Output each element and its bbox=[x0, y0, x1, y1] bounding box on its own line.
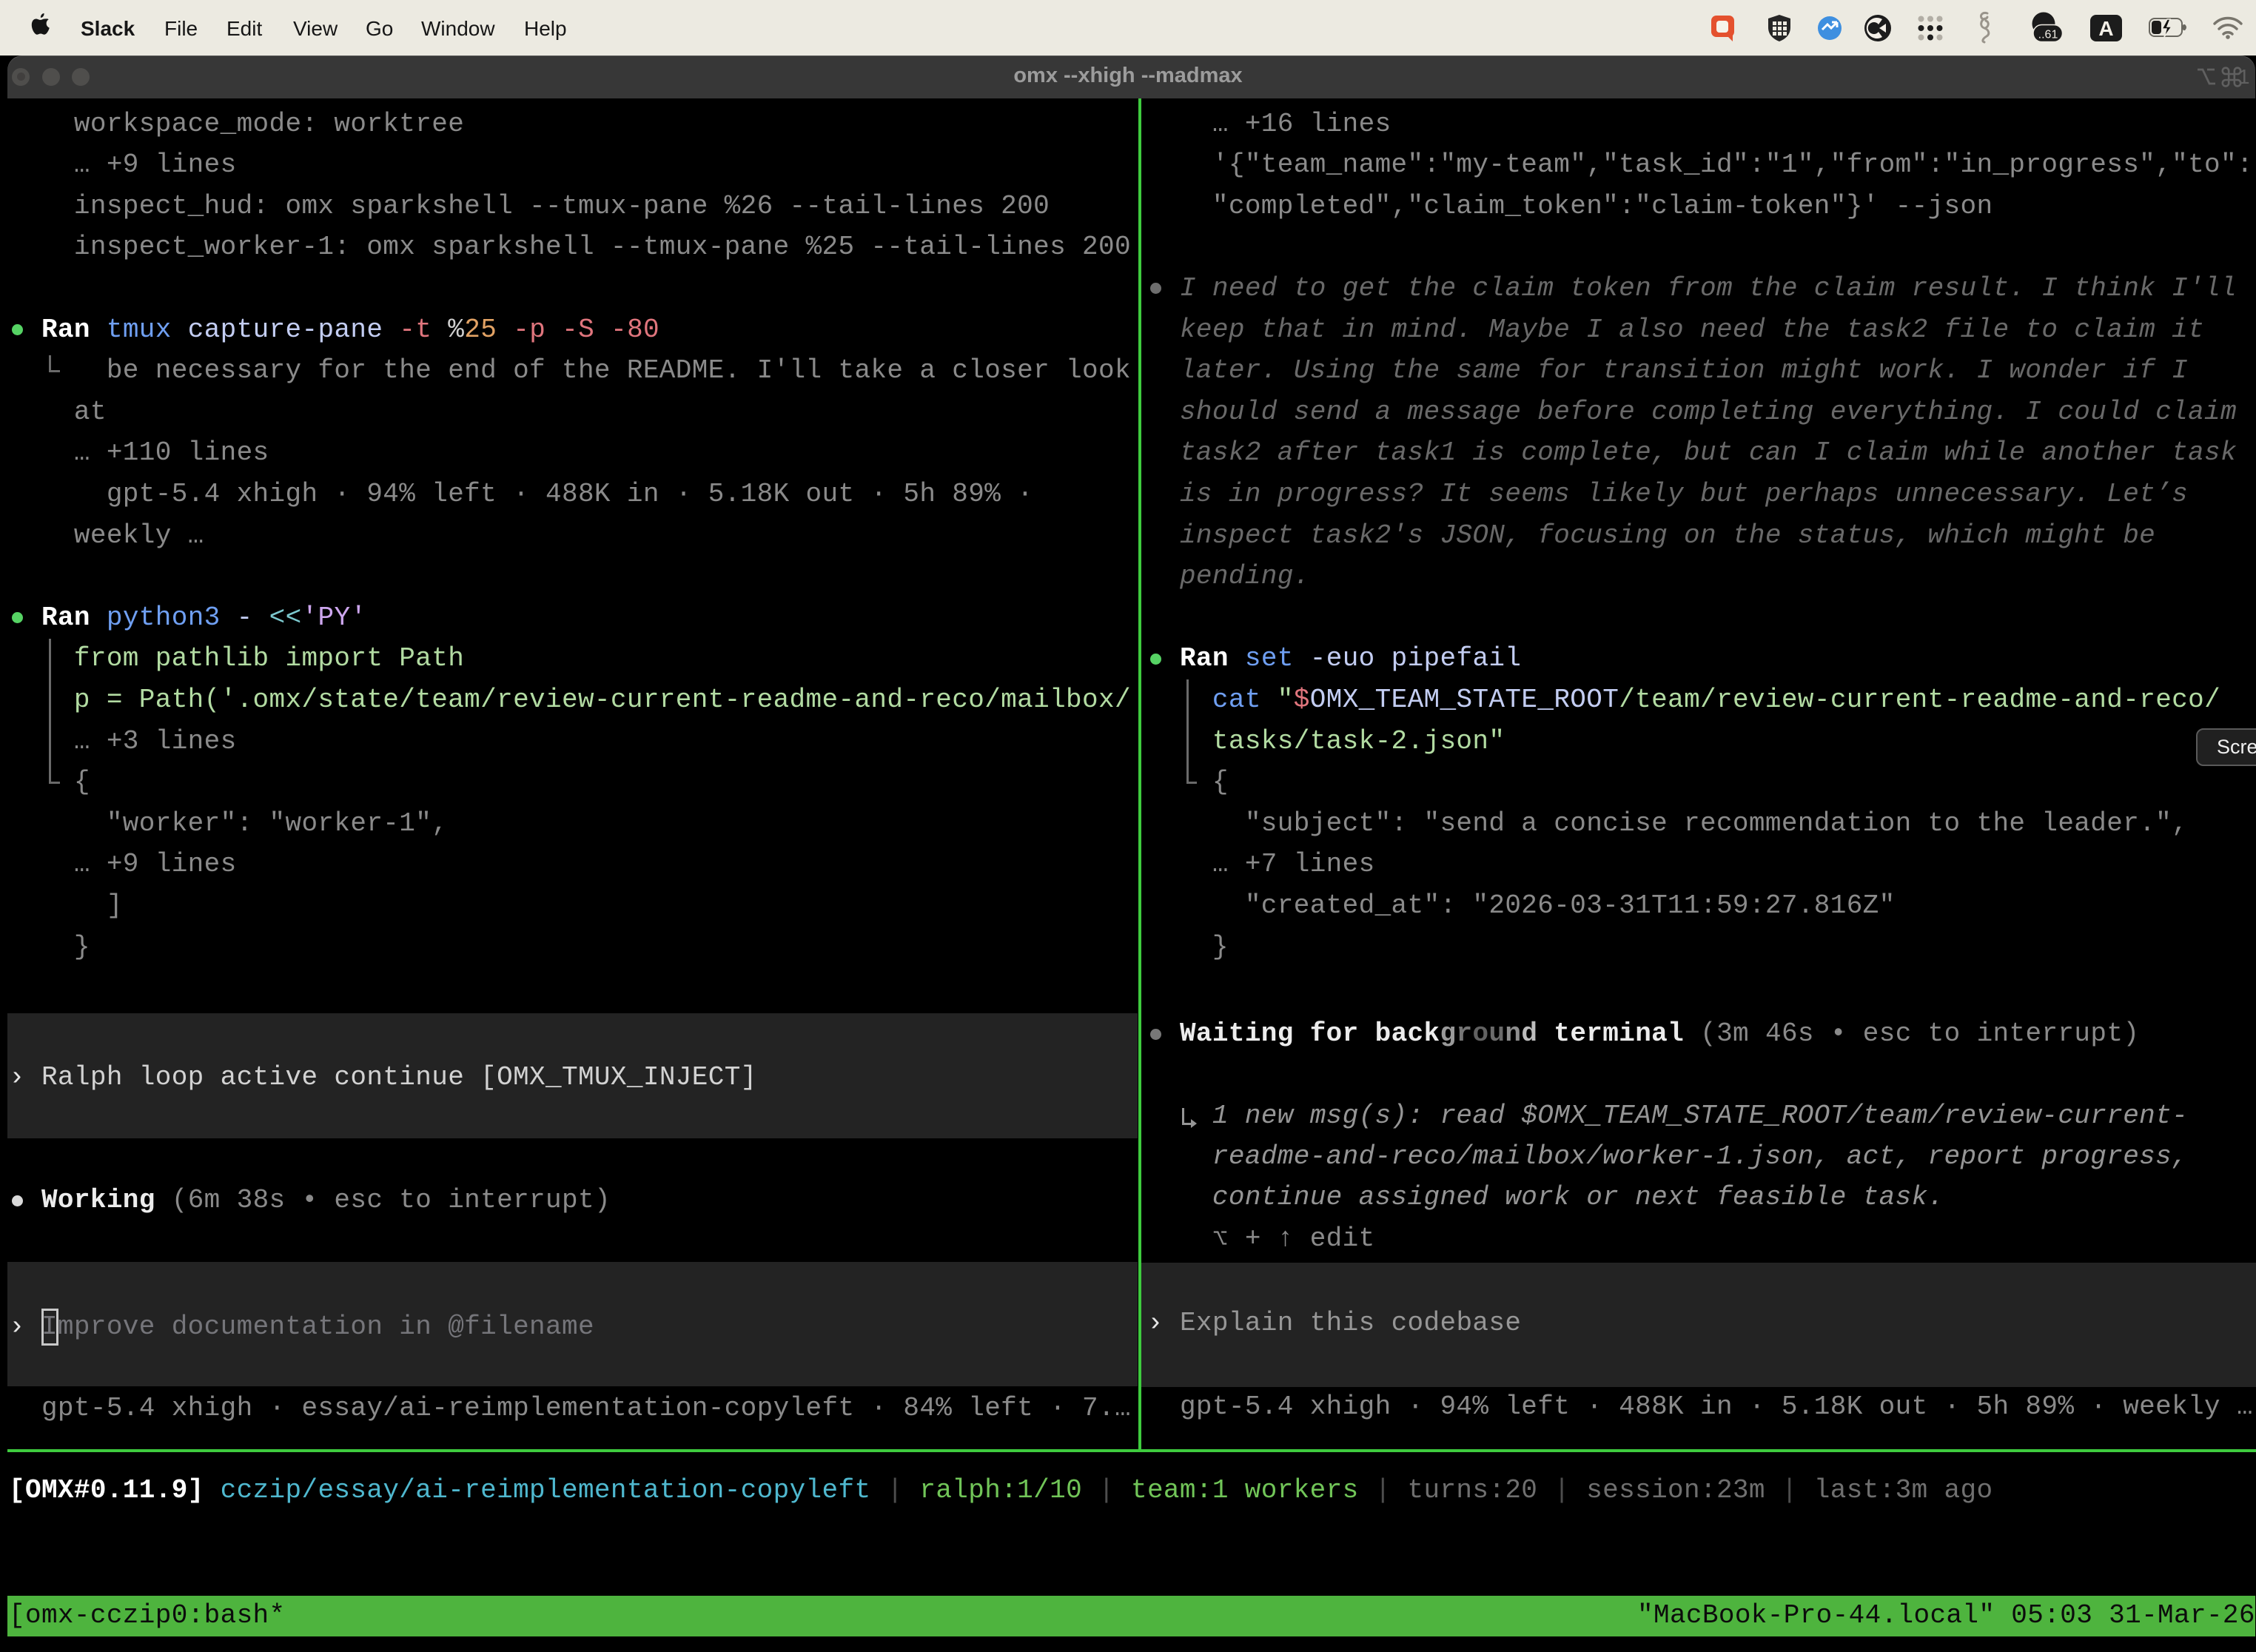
svg-text:1: 1 bbox=[2238, 65, 2250, 88]
svg-text:..61: ..61 bbox=[2038, 29, 2058, 41]
